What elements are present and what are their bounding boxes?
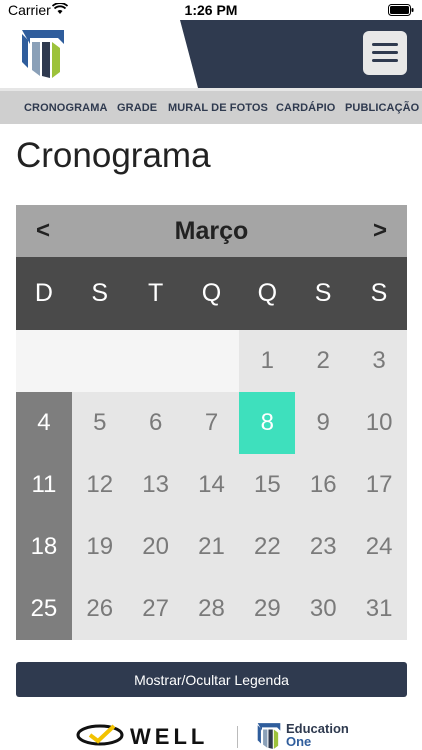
education-one-text: Education One <box>286 722 349 748</box>
calendar-day-cell[interactable]: 27 <box>127 578 184 640</box>
calendar-empty-cell <box>183 330 240 392</box>
calendar-day-cell[interactable]: 1 <box>239 330 296 392</box>
calendar-empty-cell <box>127 330 184 392</box>
nav-item-publicacao[interactable]: PUBLICAÇÃO <box>345 102 419 114</box>
calendar: < Março > D S T Q Q S S 1 2 3 4 5 6 7 8 9 10 11 12 1… <box>16 205 407 640</box>
page-title: Cronograma <box>16 136 211 175</box>
calendar-day-cell[interactable]: 16 <box>295 454 352 516</box>
calendar-day-cell[interactable]: 23 <box>295 516 352 578</box>
calendar-header: < Março > <box>16 205 407 257</box>
calendar-day-cell[interactable]: 28 <box>183 578 240 640</box>
weekday-label: Q <box>257 279 278 307</box>
calendar-day-cell[interactable]: 2 <box>295 330 352 392</box>
app-header <box>0 20 422 88</box>
footer-divider <box>237 726 238 748</box>
footer: WELL Education One <box>0 716 422 750</box>
calendar-day-cell[interactable]: 25 <box>16 578 72 640</box>
calendar-day-cell[interactable]: 5 <box>71 392 128 454</box>
weekday-label: S <box>314 279 332 307</box>
top-nav: CRONOGRAMA GRADE MURAL DE FOTOS CARDÁPIO… <box>0 88 422 124</box>
nav-item-cronograma[interactable]: CRONOGRAMA <box>24 102 108 114</box>
menu-button[interactable] <box>363 31 407 75</box>
calendar-day-cell[interactable]: 21 <box>183 516 240 578</box>
calendar-day-cell[interactable]: 31 <box>351 578 407 640</box>
calendar-empty-cell <box>71 330 128 392</box>
well-logo-text: WELL <box>130 724 209 749</box>
nav-item-cardapio[interactable]: CARDÁPIO <box>276 102 335 114</box>
nav-item-mural-de-fotos[interactable]: MURAL DE FOTOS <box>168 102 268 114</box>
weekday-label: Q <box>201 279 222 307</box>
calendar-day-cell[interactable]: 3 <box>351 330 407 392</box>
calendar-day-cell[interactable]: 11 <box>16 454 72 516</box>
calendar-day-cell[interactable]: 12 <box>71 454 128 516</box>
calendar-day-cell[interactable]: 13 <box>127 454 184 516</box>
calendar-day-cell[interactable]: 8 <box>239 392 296 454</box>
hamburger-icon-line <box>372 43 398 46</box>
weekday-label: D <box>34 279 53 307</box>
next-month-button[interactable]: > <box>373 217 387 245</box>
calendar-day-cell[interactable]: 29 <box>239 578 296 640</box>
calendar-empty-cell <box>16 330 72 392</box>
calendar-grid: 1 2 3 4 5 6 7 8 9 10 11 12 13 14 15 16 17 18 19 20 21 22 23 24 2… <box>16 330 407 640</box>
weekday-label: T <box>147 279 164 307</box>
well-logo-icon <box>76 724 124 746</box>
calendar-day-cell[interactable]: 15 <box>239 454 296 516</box>
weekday-label: S <box>91 279 109 307</box>
calendar-day-cell[interactable]: 6 <box>127 392 184 454</box>
calendar-day-cell[interactable]: 7 <box>183 392 240 454</box>
status-time: 1:26 PM <box>184 2 238 18</box>
battery-icon <box>388 4 414 16</box>
calendar-day-cell[interactable]: 24 <box>351 516 407 578</box>
calendar-day-cell[interactable]: 18 <box>16 516 72 578</box>
calendar-day-cell[interactable]: 30 <box>295 578 352 640</box>
toggle-legend-button[interactable]: Mostrar/Ocultar Legenda <box>16 662 407 697</box>
calendar-day-cell[interactable]: 14 <box>183 454 240 516</box>
calendar-day-cell[interactable]: 20 <box>127 516 184 578</box>
calendar-day-cell[interactable]: 17 <box>351 454 407 516</box>
calendar-day-cell[interactable]: 10 <box>351 392 407 454</box>
calendar-day-cell[interactable]: 9 <box>295 392 352 454</box>
education-one-logo-icon <box>257 723 281 749</box>
weekday-label: S <box>370 279 388 307</box>
education-one-line2: One <box>286 734 312 749</box>
calendar-month: Março <box>174 217 249 245</box>
calendar-day-cell[interactable]: 26 <box>71 578 128 640</box>
status-bar: Carrier 1:26 PM <box>0 0 422 20</box>
school-logo-icon[interactable] <box>20 28 66 80</box>
calendar-day-cell[interactable]: 22 <box>239 516 296 578</box>
calendar-day-cell[interactable]: 4 <box>16 392 72 454</box>
calendar-day-cell[interactable]: 19 <box>71 516 128 578</box>
hamburger-icon-line <box>372 59 398 62</box>
weekday-header: D S T Q Q S S <box>16 257 407 330</box>
hamburger-icon-line <box>372 51 398 54</box>
nav-item-grade[interactable]: GRADE <box>117 102 157 114</box>
